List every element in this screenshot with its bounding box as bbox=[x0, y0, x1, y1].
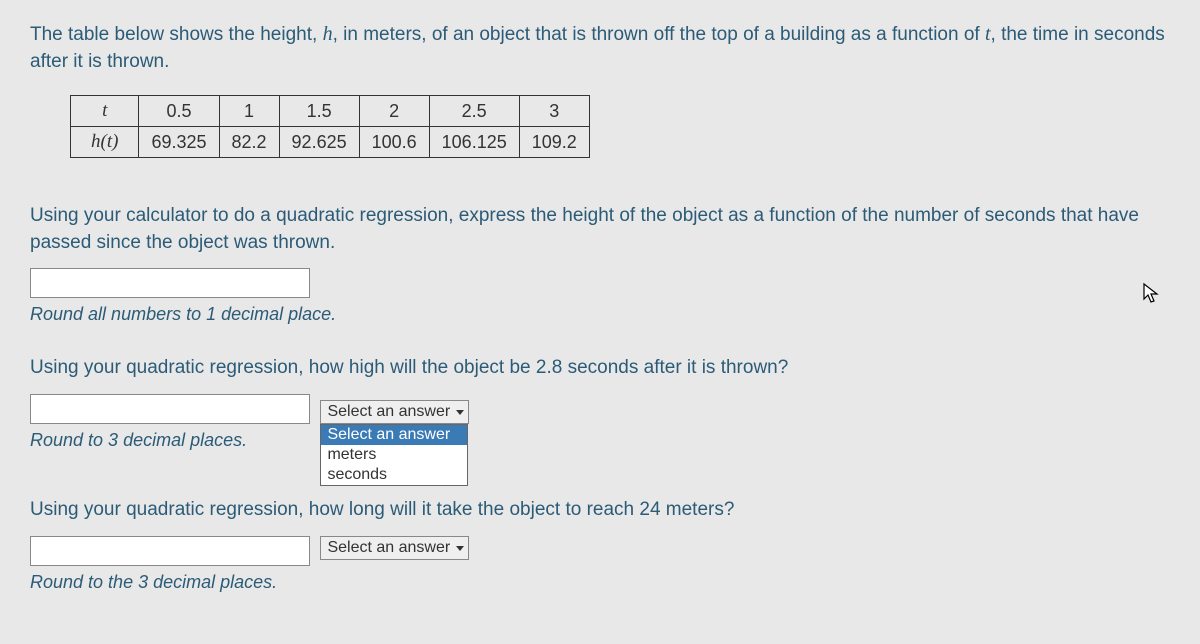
intro-paragraph: The table below shows the height, h, in … bbox=[30, 20, 1170, 75]
hint-2: Round to 3 decimal places. bbox=[30, 430, 247, 451]
table-cell: 0.5 bbox=[139, 96, 219, 127]
dropdown-option-placeholder[interactable]: Select an answer bbox=[321, 425, 467, 445]
table-cell: 2.5 bbox=[429, 96, 519, 127]
table-cell: 106.125 bbox=[429, 127, 519, 158]
row-header-t: t bbox=[71, 96, 139, 127]
hint-3: Round to the 3 decimal places. bbox=[30, 572, 1170, 593]
table-cell: 100.6 bbox=[359, 127, 429, 158]
answer-input-2[interactable] bbox=[30, 394, 310, 424]
table-row: h(t) 69.325 82.2 92.625 100.6 106.125 10… bbox=[71, 127, 590, 158]
table-cell: 92.625 bbox=[279, 127, 359, 158]
variable-h: h bbox=[323, 23, 333, 45]
question-3-text: Using your quadratic regression, how lon… bbox=[30, 497, 1170, 524]
answer-input-1[interactable] bbox=[30, 268, 310, 298]
hint-1: Round all numbers to 1 decimal place. bbox=[30, 304, 1170, 325]
intro-text-2: , in meters, of an object that is thrown… bbox=[333, 24, 985, 45]
data-table: t 0.5 1 1.5 2 2.5 3 h(t) 69.325 82.2 92.… bbox=[70, 95, 590, 158]
unit-select-2[interactable]: Select an answer bbox=[320, 400, 469, 424]
answer-row-2: Select an answer Select an answer meters… bbox=[30, 394, 1170, 425]
table-cell: 3 bbox=[519, 96, 589, 127]
table-cell: 1.5 bbox=[279, 96, 359, 127]
table-row: t 0.5 1 1.5 2 2.5 3 bbox=[71, 96, 590, 127]
table-cell: 2 bbox=[359, 96, 429, 127]
answer-row-3: Select an answer bbox=[30, 536, 1170, 566]
table-cell: 82.2 bbox=[219, 127, 279, 158]
table-cell: 69.325 bbox=[139, 127, 219, 158]
dropdown-option-seconds[interactable]: seconds bbox=[321, 465, 467, 485]
row-header-ht: h(t) bbox=[71, 127, 139, 158]
question-2-text: Using your quadratic regression, how hig… bbox=[30, 355, 1170, 382]
question-1-text: Using your calculator to do a quadratic … bbox=[30, 203, 1170, 256]
table-cell: 109.2 bbox=[519, 127, 589, 158]
question-page: The table below shows the height, h, in … bbox=[0, 0, 1200, 644]
dropdown-option-meters[interactable]: meters bbox=[321, 445, 467, 465]
table-cell: 1 bbox=[219, 96, 279, 127]
unit-select-3[interactable]: Select an answer bbox=[320, 536, 469, 560]
intro-text-1: The table below shows the height, bbox=[30, 24, 323, 45]
answer-input-3[interactable] bbox=[30, 536, 310, 566]
unit-dropdown-2: Select an answer meters seconds bbox=[320, 424, 468, 486]
